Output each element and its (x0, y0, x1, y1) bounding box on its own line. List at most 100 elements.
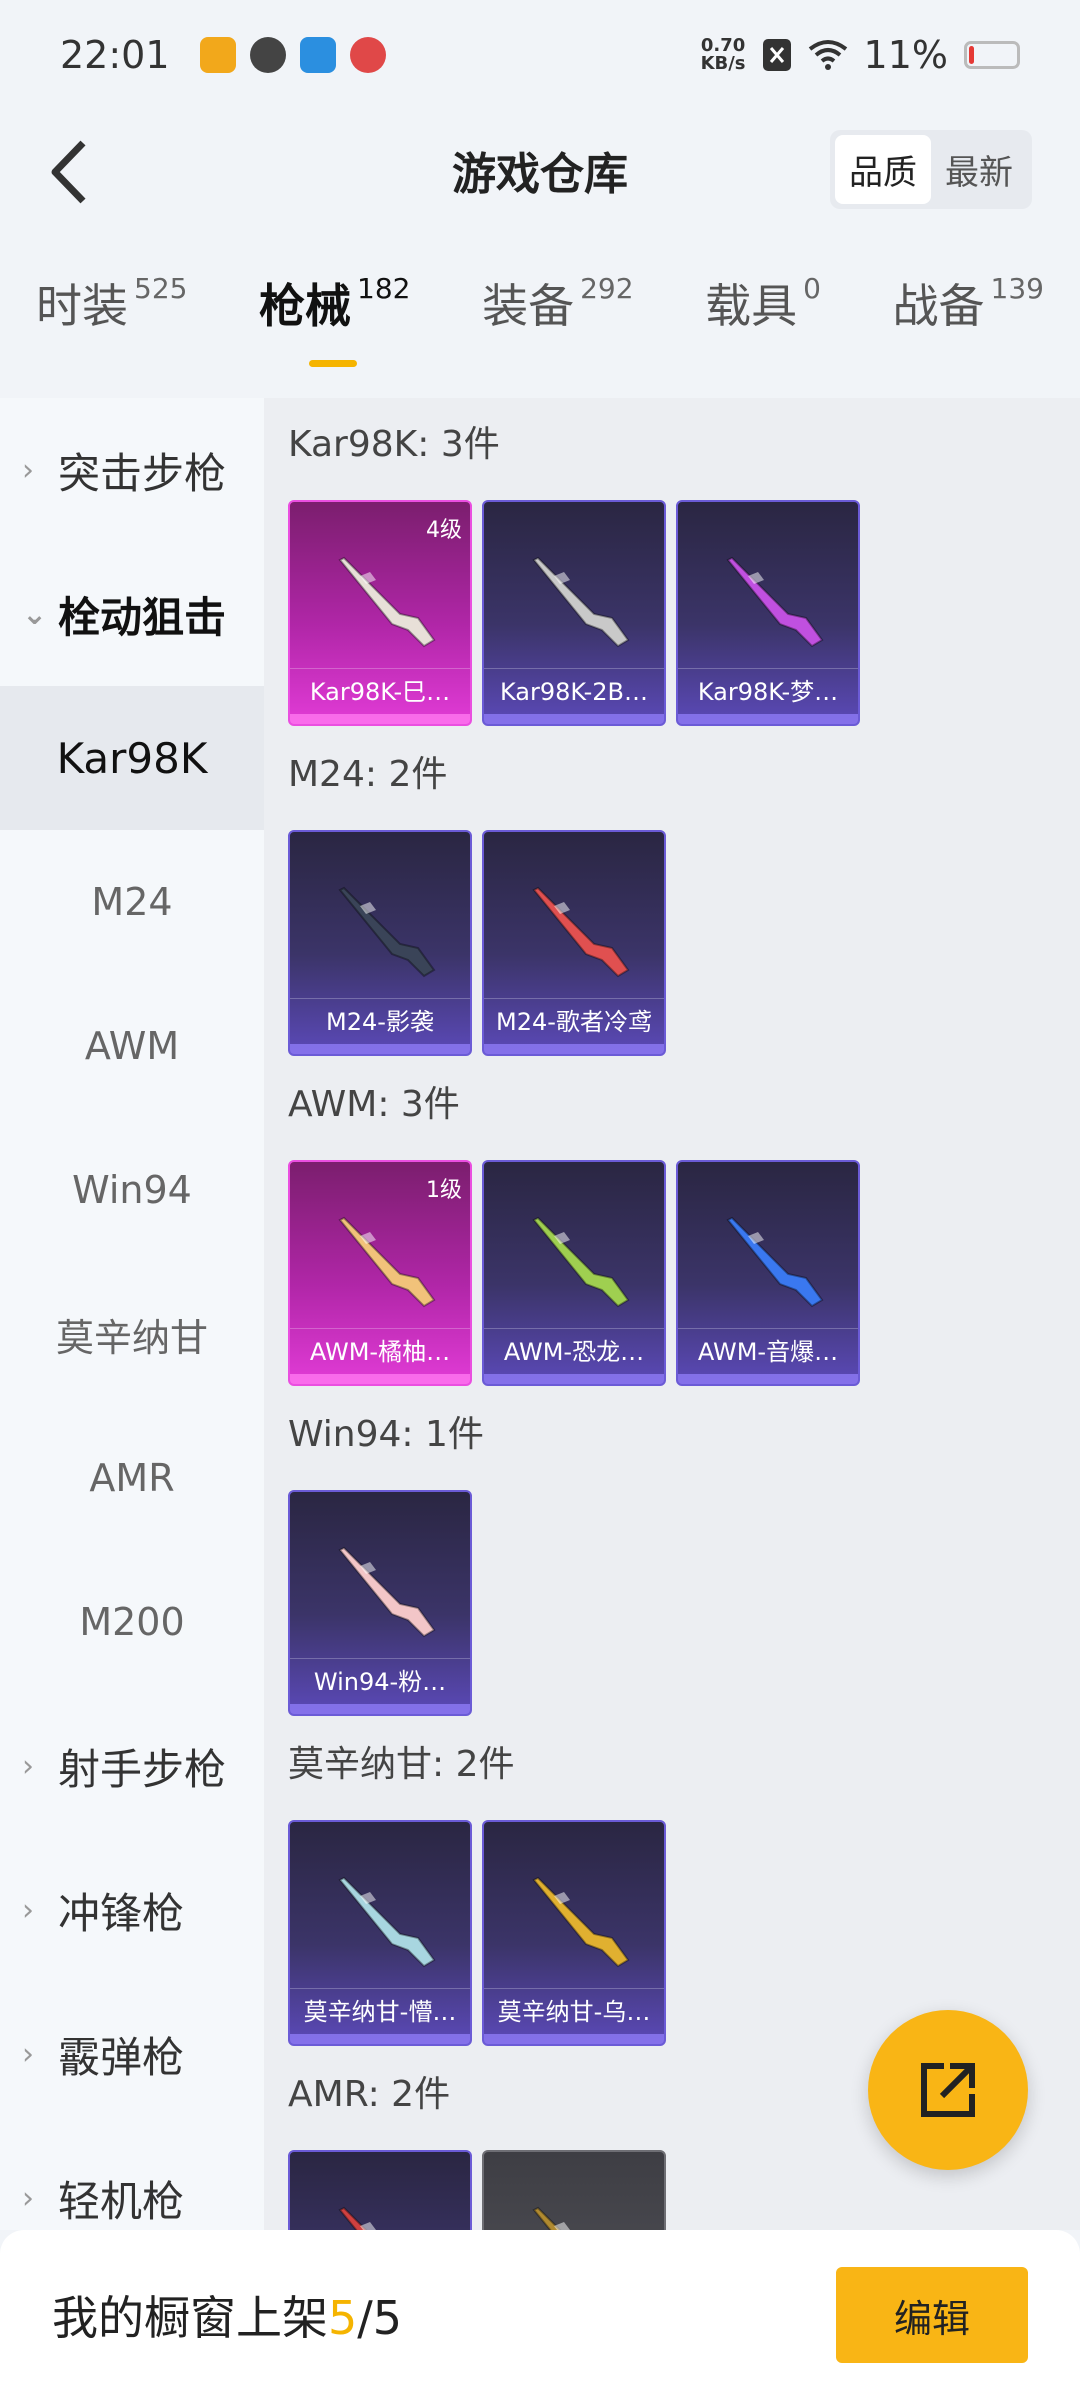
rarity-bar (678, 1374, 858, 1384)
status-bar: 22:01 0.70 KB/s 11% (0, 0, 1080, 110)
skin-card[interactable]: AWM-恐龙… (482, 1160, 666, 1386)
sidebar-item-label: Kar98K (56, 733, 208, 783)
rifle-icon (532, 556, 630, 648)
weapon-grid-content: Kar98K: 3件 4级 Kar98K-巳… Kar98K-2B… Kar98K-梦…… (264, 398, 1080, 2230)
app-icon-4 (349, 37, 386, 73)
rarity-bar (290, 1374, 470, 1384)
tab-equipment[interactable]: 装备 292 (482, 270, 633, 380)
rifle-icon (338, 2206, 376, 2230)
skin-card[interactable]: 4级 Kar98K-巳… (288, 500, 472, 726)
sort-quality-button[interactable]: 品质 (835, 135, 931, 204)
rarity-bar (484, 2034, 664, 2044)
sidebar-item-label: Win94 (72, 1168, 192, 1212)
rarity-bar (484, 714, 664, 724)
section-title: 莫辛纳甘: 2件 (288, 1744, 515, 1785)
sidebar-item-0[interactable]: › 突击步枪 (0, 398, 264, 542)
header: 游戏仓库 品质 最新 (0, 110, 1080, 230)
skin-card[interactable]: Kar98K-梦… (676, 500, 860, 726)
rarity-bar (290, 1704, 470, 1714)
sidebar-item-label: 轻机枪 (58, 2176, 185, 2226)
skin-name: AWM-音爆… (678, 1328, 858, 1374)
skin-card[interactable] (482, 2150, 666, 2230)
bottom-bar: 我的橱窗上架 5 /5 编辑 (0, 2230, 1080, 2400)
app-icon-2 (249, 37, 286, 73)
sidebar-item-10[interactable]: › 冲锋枪 (0, 1838, 264, 1982)
edit-button[interactable]: 编辑 (836, 2267, 1028, 2363)
skin-card[interactable]: M24-歌者冷鸢 (482, 830, 666, 1056)
skin-grid: M24-影袭 M24-歌者冷鸢 (288, 830, 1080, 1058)
share-button[interactable] (868, 2010, 1028, 2170)
network-speed: 0.70 KB/s (700, 35, 746, 74)
sidebar-item-label: 突击步枪 (58, 448, 227, 498)
sidebar-item-3[interactable]: M24 (0, 830, 264, 974)
sort-newest-button[interactable]: 最新 (931, 135, 1027, 204)
tab-supplies[interactable]: 战备 139 (893, 270, 1044, 380)
skin-card[interactable]: AWM-音爆… (676, 1160, 860, 1386)
skin-card[interactable]: M24-影袭 (288, 830, 472, 1056)
chevron-right-icon: › (22, 1892, 34, 1928)
rarity-bar (290, 1044, 470, 1054)
sidebar-item-label: 冲锋枪 (58, 1888, 185, 1938)
rifle-icon (338, 556, 436, 648)
sidebar-item-1[interactable]: ⌄ 栓动狙击 (0, 542, 264, 686)
skin-card[interactable]: 莫辛纳甘-乌… (482, 1820, 666, 2046)
tab-active-indicator (309, 360, 358, 367)
battery-icon (964, 41, 1020, 69)
rifle-icon (726, 1216, 824, 1308)
skin-name: 莫辛纳甘-懵… (290, 1988, 470, 2034)
tab-firearms[interactable]: 枪械 182 (259, 270, 410, 380)
section-title: Kar98K: 3件 (288, 424, 500, 465)
sidebar-item-8[interactable]: M200 (0, 1550, 264, 1694)
sidebar-item-4[interactable]: AWM (0, 974, 264, 1118)
sidebar-item-2[interactable]: Kar98K (0, 686, 264, 830)
rifle-icon (532, 886, 630, 978)
sidebar-item-label: M24 (91, 880, 173, 924)
chevron-right-icon: › (22, 2180, 34, 2216)
skin-name: M24-影袭 (290, 998, 470, 1044)
chevron-right-icon: › (22, 452, 34, 488)
tab-vehicles[interactable]: 载具 0 (705, 270, 821, 380)
rarity-bar (290, 714, 470, 724)
sidebar-item-7[interactable]: AMR (0, 1406, 264, 1550)
sidebar-item-label: M200 (79, 1600, 185, 1644)
sidebar-item-label: AWM (84, 1024, 180, 1068)
chevron-right-icon: › (22, 2036, 34, 2072)
rifle-icon (338, 1546, 436, 1638)
tab-fashion[interactable]: 时装 525 (36, 270, 187, 380)
level-badge: 1级 (426, 1178, 462, 1203)
app-icon-1 (199, 37, 236, 73)
skin-card[interactable]: 莫辛纳甘-懵… (288, 1820, 472, 2046)
sidebar-item-6[interactable]: 莫辛纳甘 (0, 1262, 264, 1406)
rifle-icon (532, 1216, 630, 1308)
skin-card[interactable]: Kar98K-2B… (482, 500, 666, 726)
skin-card[interactable] (288, 2150, 472, 2230)
weapon-category-sidebar: › 突击步枪 ⌄ 栓动狙击 Kar98K M24 AWM Win94 莫辛纳甘 AMR M200 › 射… (0, 398, 264, 2230)
category-tabs: 时装 525 枪械 182 装备 292 载具 0 战备 139 (0, 270, 1080, 380)
sidebar-item-11[interactable]: › 霰弹枪 (0, 1982, 264, 2126)
rarity-bar (678, 714, 858, 724)
section-title: Win94: 1件 (288, 1414, 484, 1455)
rifle-icon (338, 1216, 436, 1308)
skin-name: AWM-橘柚… (290, 1328, 470, 1374)
sidebar-item-label: 栓动狙击 (58, 592, 227, 642)
section-title: M24: 2件 (288, 754, 448, 795)
skin-name: Win94-粉… (290, 1658, 470, 1704)
skin-name: Kar98K-2B… (484, 668, 664, 714)
showcase-status: 我的橱窗上架 5 /5 (52, 2291, 403, 2345)
rifle-icon (338, 886, 436, 978)
skin-name: AWM-恐龙… (484, 1328, 664, 1374)
skin-card[interactable]: Win94-粉… (288, 1490, 472, 1716)
section-title: AWM: 3件 (288, 1084, 460, 1125)
rifle-icon (532, 1876, 630, 1968)
notification-muted-icon (762, 39, 791, 71)
sidebar-item-5[interactable]: Win94 (0, 1118, 264, 1262)
sidebar-item-label: 射手步枪 (58, 1744, 227, 1794)
skin-card[interactable]: 1级 AWM-橘柚… (288, 1160, 472, 1386)
sidebar-item-9[interactable]: › 射手步枪 (0, 1694, 264, 1838)
sidebar-item-12[interactable]: › 轻机枪 (0, 2126, 264, 2230)
rarity-bar (484, 1374, 664, 1384)
battery-percent: 11% (863, 33, 948, 77)
rifle-icon (726, 556, 824, 648)
sidebar-item-label: 莫辛纳甘 (55, 1315, 208, 1360)
skin-name: Kar98K-梦… (678, 668, 858, 714)
